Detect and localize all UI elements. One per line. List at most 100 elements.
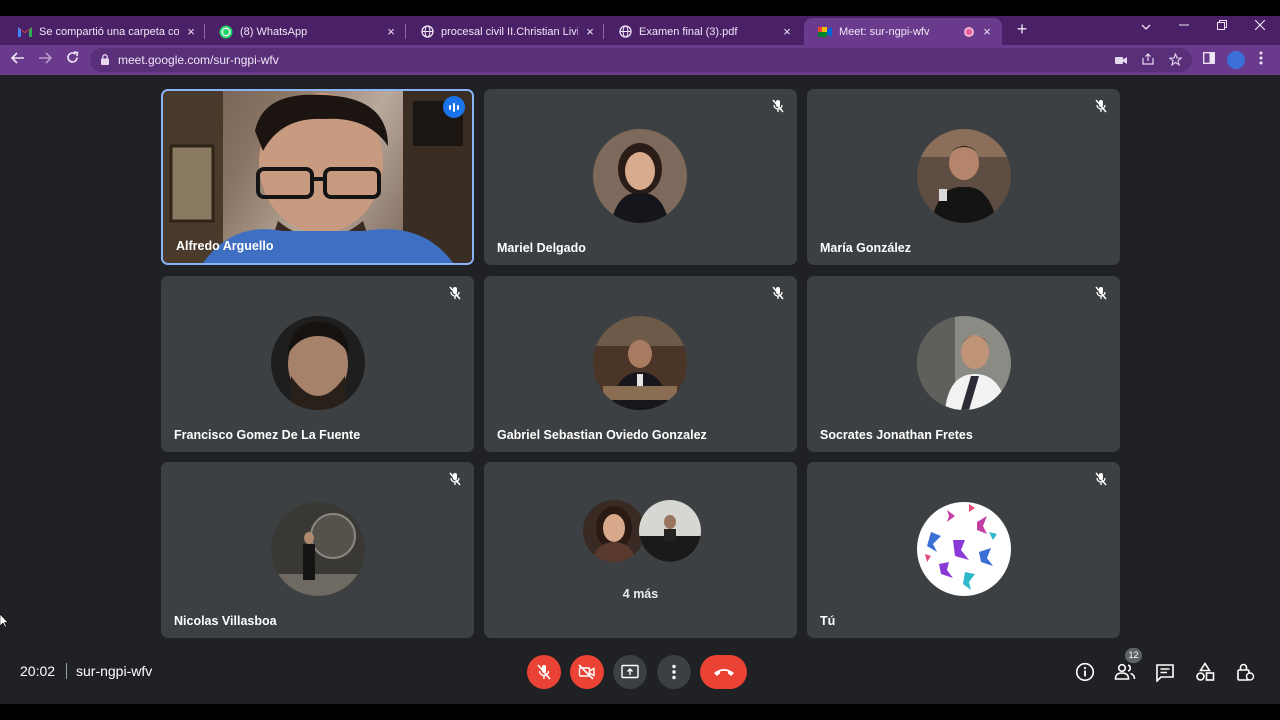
participant-name: Gabriel Sebastian Oviedo Gonzalez — [497, 428, 707, 442]
leave-call-button[interactable] — [700, 655, 747, 689]
info-icon — [1075, 662, 1095, 682]
avatar — [917, 316, 1011, 410]
activities-icon — [1196, 662, 1215, 681]
mouse-cursor-icon — [0, 614, 8, 628]
avatar — [639, 500, 701, 562]
forward-arrow-icon[interactable] — [36, 51, 54, 69]
camera-permission-icon[interactable] — [1113, 53, 1129, 68]
participant-tile-francisco[interactable]: Francisco Gomez De La Fuente — [161, 276, 474, 452]
meeting-clock: 20:02 — [20, 663, 56, 679]
participant-name: María González — [820, 241, 911, 255]
globe-icon — [420, 25, 434, 39]
meeting-code: sur-ngpi-wfv — [76, 663, 153, 679]
avatar — [583, 500, 645, 562]
avatar — [593, 316, 687, 410]
participant-name: Mariel Delgado — [497, 241, 586, 255]
browser-toolbar: meet.google.com/sur-ngpi-wfv — [0, 45, 1280, 75]
gmail-icon — [18, 25, 32, 39]
participant-tile-socrates[interactable]: Socrates Jonathan Fretes — [807, 276, 1120, 452]
participant-tile-alfredo[interactable]: Alfredo Arguello — [161, 89, 474, 265]
participant-name: Tú — [820, 614, 836, 628]
speaking-indicator-icon — [443, 96, 465, 118]
more-options-button[interactable] — [657, 655, 691, 689]
mic-off-icon — [1095, 99, 1107, 113]
url-text: meet.google.com/sur-ngpi-wfv — [118, 53, 279, 67]
mic-off-icon — [449, 472, 461, 486]
tab-close-icon[interactable]: × — [780, 24, 794, 39]
activities-button[interactable] — [1194, 661, 1216, 683]
tab-title: (8) WhatsApp — [240, 25, 308, 38]
people-button[interactable] — [1114, 661, 1136, 683]
side-panel-icon[interactable] — [1200, 51, 1218, 69]
tab-title: Se compartió una carpeta contigo — [39, 25, 180, 38]
lock-icon — [101, 54, 109, 65]
mic-off-icon — [772, 99, 784, 113]
reload-icon[interactable] — [63, 51, 81, 69]
avatar — [917, 502, 1011, 596]
camera-toggle-button[interactable] — [570, 655, 604, 689]
close-window-icon[interactable] — [1250, 18, 1270, 33]
present-screen-button[interactable] — [613, 655, 647, 689]
address-bar[interactable]: meet.google.com/sur-ngpi-wfv — [90, 48, 1192, 72]
mic-toggle-button[interactable] — [527, 655, 561, 689]
tab-search-chevron-icon[interactable] — [1136, 18, 1156, 33]
letterbox-bottom — [0, 704, 1280, 720]
mic-off-icon — [449, 286, 461, 300]
tab-whatsapp[interactable]: (8) WhatsApp × — [205, 18, 406, 45]
chat-icon — [1156, 663, 1174, 682]
participant-tile-self[interactable]: Tú — [807, 462, 1120, 638]
participant-tile-mariel[interactable]: Mariel Delgado — [484, 89, 797, 265]
recording-indicator-icon — [964, 26, 974, 37]
participant-tile-maria[interactable]: María González — [807, 89, 1120, 265]
tab-title: procesal civil II.Christian Livieres — [441, 25, 578, 38]
tab-procesal-civil[interactable]: procesal civil II.Christian Livieres × — [406, 18, 604, 45]
tab-close-icon[interactable]: × — [185, 24, 197, 39]
participant-name: Socrates Jonathan Fretes — [820, 428, 973, 442]
participant-video — [163, 91, 472, 263]
new-tab-button[interactable]: + — [1013, 19, 1031, 40]
tab-title: Examen final (3).pdf — [639, 25, 738, 38]
meeting-details-button[interactable] — [1074, 661, 1096, 683]
back-arrow-icon[interactable] — [9, 51, 27, 69]
meet-icon — [818, 25, 832, 39]
tab-close-icon[interactable]: × — [584, 24, 596, 39]
participant-name: Francisco Gomez De La Fuente — [174, 428, 361, 442]
avatar — [593, 129, 687, 223]
people-icon — [1114, 663, 1136, 680]
tab-examen-final[interactable]: Examen final (3).pdf × — [604, 18, 802, 45]
chat-button[interactable] — [1154, 661, 1176, 683]
overflow-participants-tile[interactable]: 4 más — [484, 462, 797, 638]
avatar — [271, 502, 365, 596]
participant-tile-nicolas[interactable]: Nicolas Villasboa — [161, 462, 474, 638]
participant-name: Alfredo Arguello — [176, 239, 274, 253]
present-icon — [621, 664, 639, 679]
mic-off-icon — [1095, 286, 1107, 300]
more-vert-icon — [672, 664, 676, 680]
lock-person-icon — [1237, 663, 1255, 681]
avatar — [917, 129, 1011, 223]
mic-off-icon — [772, 286, 784, 300]
minimize-icon[interactable] — [1174, 18, 1194, 33]
participant-name: Nicolas Villasboa — [174, 614, 277, 628]
tab-meet[interactable]: Meet: sur-ngpi-wfv × — [804, 18, 1002, 45]
share-icon[interactable] — [1140, 53, 1156, 68]
tab-gmail[interactable]: Se compartió una carpeta contigo × — [4, 18, 205, 45]
letterbox-top — [0, 0, 1280, 16]
browser-tab-strip: Se compartió una carpeta contigo × (8) W… — [0, 16, 1280, 45]
overflow-count-label: 4 más — [622, 587, 659, 601]
participant-count-badge: 12 — [1125, 648, 1142, 663]
tab-close-icon[interactable]: × — [384, 24, 398, 39]
tab-close-icon[interactable]: × — [980, 24, 994, 39]
browser-menu-icon[interactable] — [1252, 51, 1270, 69]
end-call-icon — [713, 669, 734, 676]
tab-title: Meet: sur-ngpi-wfv — [839, 25, 930, 38]
restore-icon[interactable] — [1212, 18, 1232, 33]
participant-tile-gabriel[interactable]: Gabriel Sebastian Oviedo Gonzalez — [484, 276, 797, 452]
avatar — [271, 316, 365, 410]
globe-icon — [618, 25, 632, 39]
profile-avatar[interactable] — [1227, 51, 1245, 69]
bookmark-star-icon[interactable] — [1167, 52, 1183, 69]
mic-off-icon — [537, 664, 551, 680]
whatsapp-icon — [219, 25, 233, 39]
host-controls-button[interactable] — [1234, 661, 1256, 683]
